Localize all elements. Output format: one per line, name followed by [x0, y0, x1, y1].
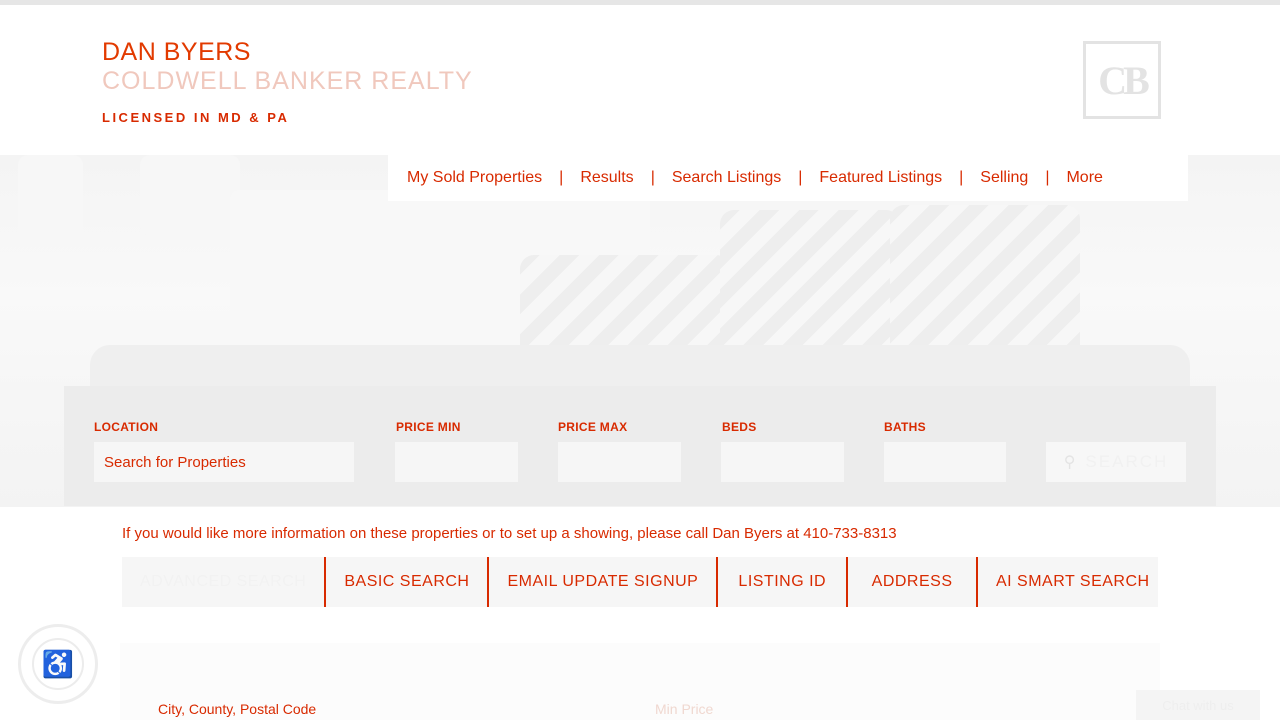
price-min-select[interactable]	[395, 442, 518, 482]
pillow-right	[720, 210, 900, 360]
logo-mark: CB	[1098, 57, 1150, 103]
chat-button[interactable]: Chat with us	[1136, 690, 1260, 720]
nav-my-sold-properties[interactable]: My Sold Properties	[407, 169, 542, 187]
nav-separator: |	[650, 169, 655, 186]
tab-address[interactable]: ADDRESS	[848, 557, 978, 607]
brand-block[interactable]: DAN BYERS COLDWELL BANKER REALTY LICENSE…	[102, 38, 473, 125]
agent-name: DAN BYERS	[102, 38, 251, 66]
baths-select[interactable]	[884, 442, 1006, 482]
search-button[interactable]: ⚲ SEARCH	[1046, 442, 1186, 482]
main-nav: My Sold Properties | Results | Search Li…	[388, 155, 1188, 201]
nav-separator: |	[1045, 169, 1050, 186]
location-input[interactable]: Search for Properties	[94, 442, 354, 482]
location-label: LOCATION	[94, 420, 159, 434]
search-tabs: ADVANCED SEARCH BASIC SEARCH EMAIL UPDAT…	[122, 557, 1158, 607]
baths-label: BATHS	[884, 420, 926, 434]
pillow-far-right	[890, 205, 1080, 365]
beds-select[interactable]	[721, 442, 844, 482]
search-icon: ⚲	[1063, 454, 1078, 471]
tab-ai-smart-search[interactable]: AI SMART SEARCH	[978, 557, 1158, 607]
hero-frame-left-2	[140, 155, 240, 235]
tab-advanced-search[interactable]: ADVANCED SEARCH	[122, 557, 327, 607]
nav-selling[interactable]: Selling	[980, 169, 1028, 187]
ada-compliance-badge[interactable]: ♿	[18, 624, 98, 704]
nav-more[interactable]: More	[1066, 169, 1102, 187]
company-name: COLDWELL BANKER REALTY	[102, 67, 473, 95]
coldwell-banker-logo[interactable]: CB	[1083, 41, 1161, 119]
search-button-label: SEARCH	[1085, 452, 1169, 471]
price-max-label: PRICE MAX	[558, 420, 628, 434]
price-min-label: PRICE MIN	[396, 420, 461, 434]
city-county-postal-label: City, County, Postal Code	[158, 701, 317, 717]
hero-frame-left	[18, 155, 83, 237]
quick-search-panel: LOCATION Search for Properties PRICE MIN…	[64, 386, 1216, 506]
license-text: LICENSED IN MD & PA	[102, 110, 290, 125]
top-strip	[0, 0, 1280, 5]
nav-search-listings[interactable]: Search Listings	[672, 169, 781, 187]
price-max-select[interactable]	[558, 442, 681, 482]
advanced-search-form: City, County, Postal Code Min Price	[120, 643, 1160, 720]
wheelchair-icon: ♿	[32, 638, 84, 690]
nav-separator: |	[959, 169, 964, 186]
contact-notice: If you would like more information on th…	[122, 525, 897, 542]
tab-listing-id[interactable]: LISTING ID	[718, 557, 849, 607]
tab-basic-search[interactable]: BASIC SEARCH	[326, 557, 490, 607]
nav-separator: |	[559, 169, 564, 186]
beds-label: BEDS	[722, 420, 757, 434]
tab-email-update-signup[interactable]: EMAIL UPDATE SIGNUP	[489, 557, 719, 607]
min-price-label: Min Price	[655, 701, 714, 717]
nav-featured-listings[interactable]: Featured Listings	[819, 169, 942, 187]
nav-separator: |	[798, 169, 803, 186]
nav-results[interactable]: Results	[580, 169, 633, 187]
